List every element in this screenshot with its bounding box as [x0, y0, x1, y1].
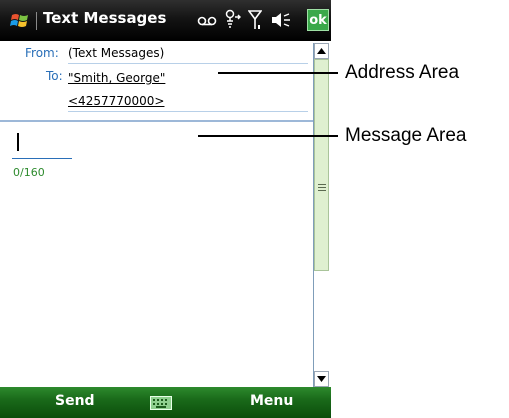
scroll-up-button[interactable]	[314, 43, 329, 59]
title-separator	[36, 12, 37, 30]
title-bar: Text Messages ok	[0, 0, 331, 41]
address-area-leader-line	[218, 72, 338, 74]
ok-button[interactable]: ok	[307, 9, 329, 31]
message-area-callout: Message Area	[345, 125, 467, 146]
text-cursor	[17, 133, 19, 151]
send-softkey[interactable]: Send	[55, 393, 95, 409]
to-recipient-number[interactable]: <4257770000>	[68, 94, 164, 108]
message-editor: From: (Text Messages) To: "Smith, George…	[0, 41, 331, 387]
message-underline	[12, 158, 72, 159]
windows-flag-icon[interactable]	[10, 11, 30, 31]
signal-icon[interactable]	[247, 9, 263, 35]
softkey-bar: Send Menu	[0, 387, 331, 418]
from-underline	[68, 63, 308, 64]
message-area-leader-line	[198, 135, 338, 137]
keyboard-icon[interactable]	[150, 395, 172, 410]
address-area-callout: Address Area	[345, 62, 460, 83]
scroll-up-icon	[317, 48, 326, 54]
address-message-separator	[0, 120, 313, 122]
from-label: From:	[25, 46, 59, 60]
to-underline	[68, 111, 308, 112]
scroll-grip-icon	[318, 184, 326, 193]
to-label: To:	[46, 69, 63, 83]
character-counter: 0/160	[13, 166, 45, 179]
device-screen: Text Messages ok From: (Text Messages) T…	[0, 0, 331, 418]
scroll-down-button[interactable]	[314, 371, 329, 387]
message-body-input[interactable]	[0, 125, 313, 387]
scroll-down-icon	[317, 376, 326, 382]
app-title: Text Messages	[43, 9, 167, 27]
scroll-thumb[interactable]	[314, 59, 329, 271]
to-recipient-name[interactable]: "Smith, George"	[68, 71, 165, 85]
from-value: (Text Messages)	[68, 46, 165, 60]
voicemail-icon[interactable]	[197, 13, 217, 32]
volume-icon[interactable]	[270, 12, 292, 32]
menu-softkey[interactable]: Menu	[250, 393, 293, 409]
vertical-scrollbar[interactable]	[313, 43, 329, 387]
connectivity-icon[interactable]	[223, 9, 241, 35]
